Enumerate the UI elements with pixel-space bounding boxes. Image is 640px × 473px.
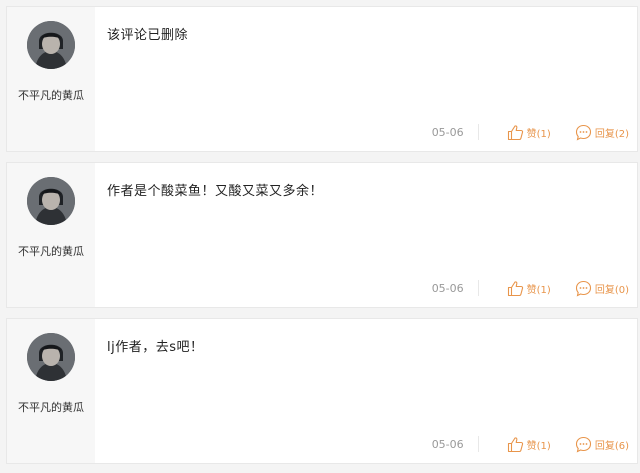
comment-user-column: 不平凡的黄瓜 — [7, 7, 95, 151]
avatar-image — [27, 333, 75, 381]
like-count-label: 赞(1) — [526, 284, 551, 296]
comment-card: 不平凡的黄瓜 lj作者，去s吧！ 05-06 赞(1) 回复(6) — [6, 318, 638, 464]
comment-list: 不平凡的黄瓜 该评论已删除 05-06 赞(1) 回复(2) 不平凡的黄瓜 作者… — [0, 0, 640, 473]
comment-content: lj作者，去s吧！ 05-06 赞(1) 回复(6) — [95, 319, 637, 463]
like-button[interactable]: 赞(1) — [507, 124, 551, 141]
comment-date: 05-06 — [431, 437, 464, 451]
like-button[interactable]: 赞(1) — [507, 280, 551, 297]
thumbs-up-icon — [507, 280, 524, 297]
reply-count-label: 回复(0) — [594, 284, 629, 296]
speech-bubble-icon — [575, 124, 592, 141]
comment-content: 作者是个酸菜鱼！又酸又菜又多余！ 05-06 赞(1) 回复(0) — [95, 163, 637, 307]
comment-user-column: 不平凡的黄瓜 — [7, 319, 95, 463]
reply-button[interactable]: 回复(0) — [575, 280, 629, 297]
comment-date: 05-06 — [431, 125, 464, 139]
comment-date: 05-06 — [431, 281, 464, 295]
comment-meta: 05-06 赞(1) 回复(2) — [432, 121, 629, 143]
thumbs-up-icon — [507, 124, 524, 141]
avatar-image — [27, 21, 75, 69]
reply-count-label: 回复(2) — [594, 128, 629, 140]
username[interactable]: 不平凡的黄瓜 — [18, 399, 84, 415]
like-button[interactable]: 赞(1) — [507, 436, 551, 453]
comment-text: 作者是个酸菜鱼！又酸又菜又多余！ — [107, 184, 324, 199]
divider — [477, 280, 479, 296]
username[interactable]: 不平凡的黄瓜 — [18, 87, 84, 103]
avatar[interactable] — [27, 21, 75, 69]
speech-bubble-icon — [575, 280, 592, 297]
comment-text: lj作者，去s吧！ — [107, 340, 204, 355]
thumbs-up-icon — [507, 436, 524, 453]
comment-user-column: 不平凡的黄瓜 — [7, 163, 95, 307]
comment-meta: 05-06 赞(1) 回复(0) — [432, 277, 629, 299]
reply-button[interactable]: 回复(6) — [575, 436, 629, 453]
divider — [477, 124, 479, 140]
avatar[interactable] — [27, 333, 75, 381]
avatar[interactable] — [27, 177, 75, 225]
reply-button[interactable]: 回复(2) — [575, 124, 629, 141]
avatar-image — [27, 177, 75, 225]
speech-bubble-icon — [575, 436, 592, 453]
like-count-label: 赞(1) — [526, 440, 551, 452]
comment-meta: 05-06 赞(1) 回复(6) — [432, 433, 629, 455]
divider — [477, 436, 479, 452]
comment-card: 不平凡的黄瓜 该评论已删除 05-06 赞(1) 回复(2) — [6, 6, 638, 152]
comment-card: 不平凡的黄瓜 作者是个酸菜鱼！又酸又菜又多余！ 05-06 赞(1) 回复(0) — [6, 162, 638, 308]
comment-text: 该评论已删除 — [107, 28, 189, 43]
comment-content: 该评论已删除 05-06 赞(1) 回复(2) — [95, 7, 637, 151]
like-count-label: 赞(1) — [526, 128, 551, 140]
reply-count-label: 回复(6) — [594, 440, 629, 452]
username[interactable]: 不平凡的黄瓜 — [18, 243, 84, 259]
